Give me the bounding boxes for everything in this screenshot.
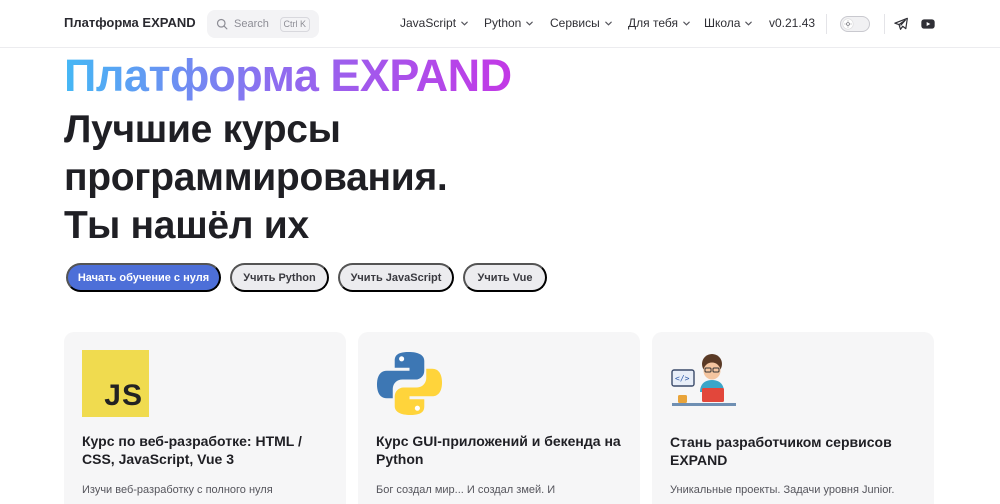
nav-menu-label: JavaScript xyxy=(400,16,457,30)
javascript-logo-icon: JS xyxy=(82,350,149,417)
hero-title-line: программирования. xyxy=(64,156,448,199)
toggle-knob xyxy=(843,19,853,29)
search-shortcut: Ctrl K xyxy=(279,17,310,32)
course-card-web[interactable]: JS Курс по веб-разработке: HTML / CSS, J… xyxy=(64,332,346,504)
career-card-expand[interactable]: </> Стань разработчиком сервисов EXPAND … xyxy=(652,332,934,504)
nav-divider xyxy=(826,14,827,34)
hero-actions: Начать обучение с нуля Учить Python Учит… xyxy=(66,263,556,292)
search-icon xyxy=(216,18,228,30)
version-text: v0.21.43 xyxy=(769,16,816,30)
nav-menu-label: Python xyxy=(484,16,522,30)
card-title: Курс GUI-приложений и бекенда на Python xyxy=(376,433,621,467)
card-description: Уникальные проекты. Задачи уровня Junior… xyxy=(670,484,895,496)
nav-menu-services[interactable]: Сервисы xyxy=(550,16,613,30)
card-description: Бог создал мир... И создал змей. И xyxy=(376,484,556,496)
nav-menu-python[interactable]: Python xyxy=(484,16,534,30)
theme-toggle[interactable] xyxy=(840,16,870,32)
telegram-icon[interactable] xyxy=(893,16,909,32)
nav-divider xyxy=(884,14,885,34)
card-title: Курс по веб-разработке: HTML / CSS, Java… xyxy=(82,433,302,467)
chevron-down-icon xyxy=(745,21,753,26)
top-navbar: Платформа EXPAND Search Ctrl K JavaScrip… xyxy=(0,0,1000,48)
start-learning-button[interactable]: Начать обучение с нуля xyxy=(66,263,221,292)
nav-menu-label: Школа xyxy=(704,16,741,30)
card-description: Изучи веб-разработку с полного нуля xyxy=(82,484,273,496)
js-logo-text: JS xyxy=(104,379,143,412)
card-title: Стань разработчиком сервисов EXPAND xyxy=(670,434,892,468)
learn-python-button[interactable]: Учить Python xyxy=(230,263,329,292)
learn-vue-button[interactable]: Учить Vue xyxy=(463,263,547,292)
hero-title-line: Ты нашёл их xyxy=(64,204,309,247)
learn-javascript-button[interactable]: Учить JavaScript xyxy=(338,263,454,292)
chevron-down-icon xyxy=(683,21,690,26)
nav-menu-school[interactable]: Школа xyxy=(704,16,753,30)
sun-icon xyxy=(844,20,852,28)
developer-illustration-icon: </> xyxy=(671,354,736,406)
hero-title-line: Лучшие курсы xyxy=(64,108,341,151)
site-logo-link[interactable]: Платформа EXPAND xyxy=(64,15,196,30)
hero-brand-title: Платформа EXPAND xyxy=(64,50,512,101)
version-label: v0.21.43 xyxy=(769,16,815,30)
nav-menu-for-you[interactable]: Для тебя xyxy=(628,16,691,30)
chevron-down-icon xyxy=(461,21,468,26)
python-logo-icon xyxy=(376,351,443,416)
nav-menu-label: Сервисы xyxy=(550,16,600,30)
nav-menu-javascript[interactable]: JavaScript xyxy=(400,16,469,30)
chevron-down-icon xyxy=(604,21,612,26)
hero-title: Лучшие курсы программирования. Ты нашёл … xyxy=(64,106,448,250)
chevron-down-icon xyxy=(526,21,534,26)
search-label: Search xyxy=(234,18,269,30)
nav-menu-label: Для тебя xyxy=(628,16,678,30)
search-button[interactable]: Search Ctrl K xyxy=(207,10,319,38)
svg-text:</>: </> xyxy=(675,374,690,383)
course-card-python[interactable]: Курс GUI-приложений и бекенда на Python … xyxy=(358,332,640,504)
youtube-icon[interactable] xyxy=(920,16,936,32)
